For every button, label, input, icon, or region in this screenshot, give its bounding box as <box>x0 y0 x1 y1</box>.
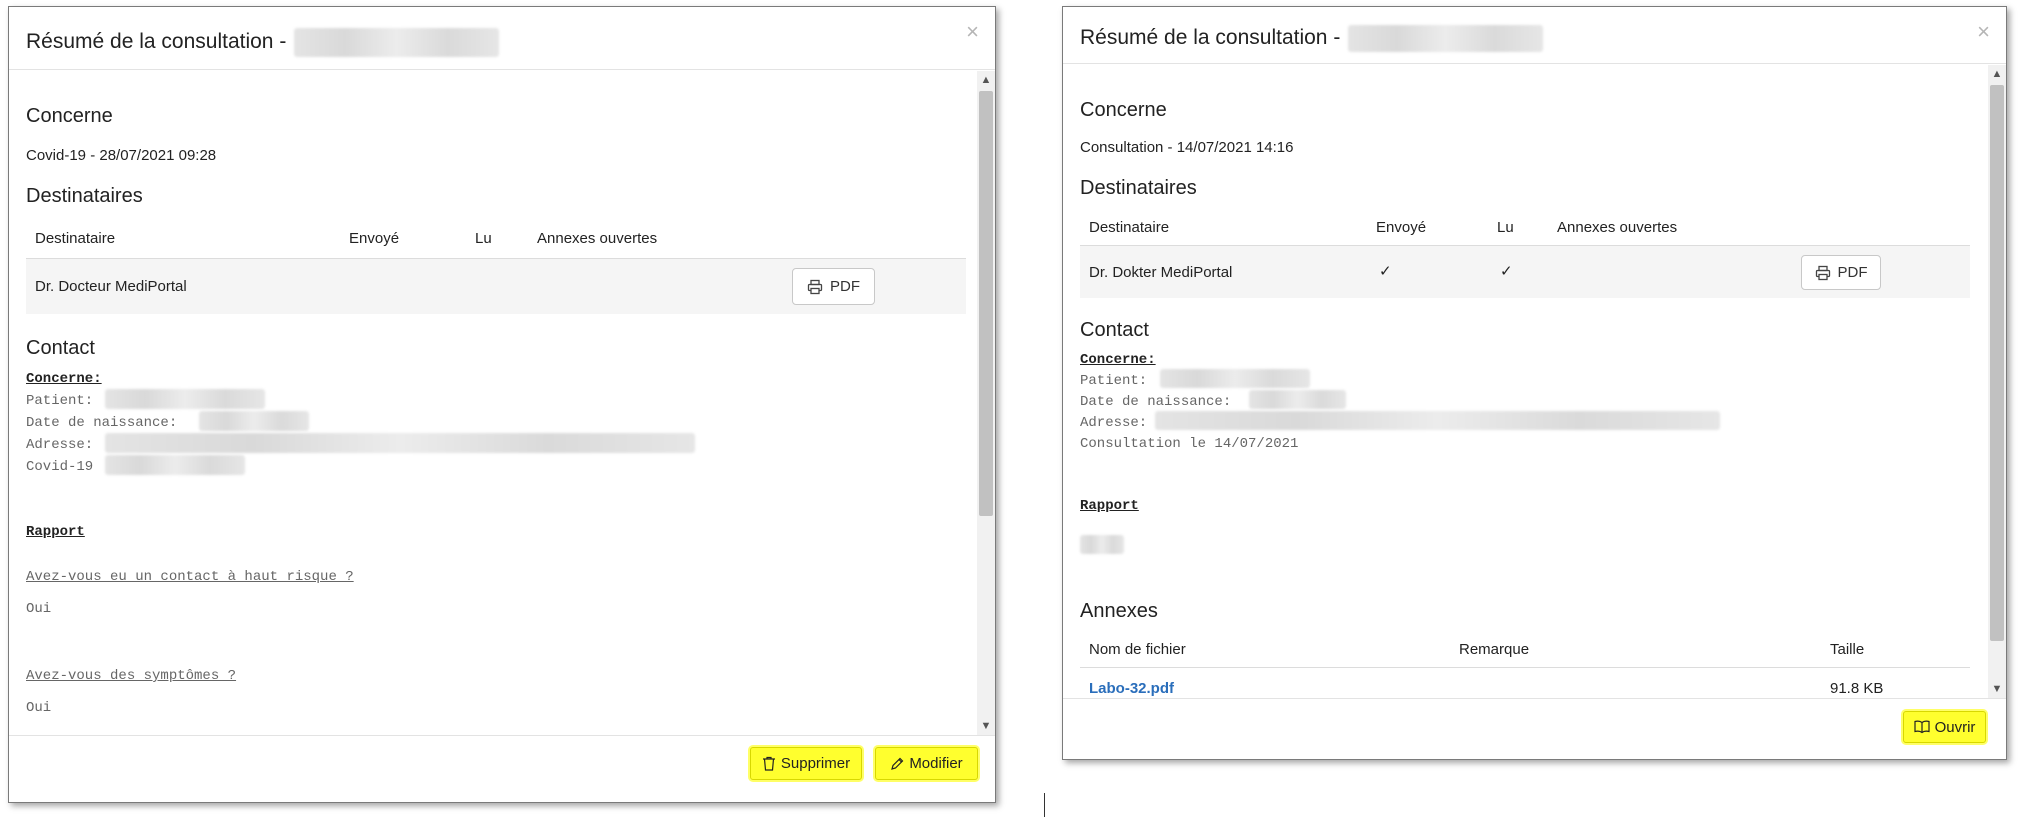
covid-label: Covid-19 <box>26 459 94 475</box>
redacted-address <box>105 433 695 453</box>
close-button[interactable]: × <box>1977 21 1990 43</box>
column-header-destinataire: Destinataire <box>1089 219 1170 236</box>
modal-title: Résumé de la consultation - <box>1080 25 1544 52</box>
concerne-heading: Concerne <box>26 105 113 127</box>
destinataires-heading: Destinataires <box>26 185 143 207</box>
table-row: Dr. Dokter MediPortal ✓ ✓ PDF <box>1080 246 1970 298</box>
contact-heading: Contact <box>26 337 95 359</box>
answer-symptoms: Oui <box>26 700 52 716</box>
scrollbar-thumb[interactable] <box>979 91 993 516</box>
modal-title: Résumé de la consultation - <box>26 28 500 57</box>
concerne-value: Covid-19 - 28/07/2021 09:28 <box>26 147 217 164</box>
text-cursor <box>1044 793 1045 817</box>
scroll-down-icon[interactable]: ▼ <box>1988 680 2006 698</box>
destinataires-heading: Destinataires <box>1080 177 1197 199</box>
question-symptoms: Avez-vous des symptômes ? <box>26 668 237 684</box>
column-header-annexes: Annexes ouvertes <box>1557 219 1678 236</box>
column-header-envoye: Envoyé <box>349 230 400 247</box>
contact-heading: Contact <box>1080 319 1149 341</box>
scrollbar-thumb[interactable] <box>1990 85 2004 641</box>
recipient-name: Dr. Docteur MediPortal <box>35 278 187 295</box>
printer-icon <box>1815 265 1830 280</box>
scroll-down-icon[interactable]: ▼ <box>977 717 995 735</box>
redacted-covid <box>105 455 245 475</box>
close-button[interactable]: × <box>966 21 979 43</box>
annexes-heading: Annexes <box>1080 600 1158 622</box>
modal-body: Concerne Covid-19 - 28/07/2021 09:28 Des… <box>9 71 977 735</box>
printer-icon <box>807 279 823 294</box>
column-header-filename: Nom de fichier <box>1089 641 1186 658</box>
read-check-icon: ✓ <box>1500 263 1513 280</box>
concerne-heading: Concerne <box>1080 99 1167 121</box>
column-header-lu: Lu <box>475 230 492 247</box>
question-contact-risk: Avez-vous eu un contact à haut risque ? <box>26 569 354 585</box>
column-header-lu: Lu <box>1497 219 1514 236</box>
contact-concerne-label: Concerne: <box>26 371 102 387</box>
recipient-name: Dr. Dokter MediPortal <box>1089 264 1233 281</box>
scroll-up-icon[interactable]: ▲ <box>977 71 995 89</box>
rapport-label: Rapport <box>1080 498 1139 514</box>
annexes-divider <box>1080 667 1970 668</box>
column-header-destinataire: Destinataire <box>35 230 116 247</box>
column-header-taille: Taille <box>1830 641 1865 658</box>
edit-button[interactable]: Modifier <box>875 747 978 780</box>
adresse-label: Adresse: <box>26 437 94 453</box>
file-size: 91.8 KB <box>1830 680 1884 697</box>
footer-divider <box>9 735 995 736</box>
redacted-name <box>294 28 500 57</box>
answer-contact-risk: Oui <box>26 601 52 617</box>
adresse-label: Adresse: <box>1080 415 1148 431</box>
concerne-value: Consultation - 14/07/2021 14:16 <box>1080 139 1294 156</box>
trash-icon <box>762 756 775 771</box>
pdf-button[interactable]: PDF <box>1801 255 1881 290</box>
redacted-patient <box>105 389 265 409</box>
file-link[interactable]: Labo-32.pdf <box>1089 680 1174 697</box>
redacted-dob <box>199 411 309 431</box>
rapport-label: Rapport <box>26 524 85 540</box>
column-header-annexes: Annexes ouvertes <box>537 230 658 247</box>
delete-button[interactable]: Supprimer <box>750 747 862 780</box>
open-button[interactable]: Ouvrir <box>1903 711 1986 743</box>
patient-label: Patient: <box>26 393 94 409</box>
redacted-report <box>1080 535 1124 554</box>
column-header-envoye: Envoyé <box>1376 219 1427 236</box>
table-row: Dr. Docteur MediPortal PDF <box>26 259 966 314</box>
footer-divider <box>1063 698 2006 699</box>
modal-header: Résumé de la consultation - × <box>1063 7 2006 64</box>
dob-label: Date de naissance: <box>1080 394 1232 410</box>
scrollbar[interactable]: ▲ ▼ <box>977 71 995 735</box>
column-header-remarque: Remarque <box>1459 641 1530 658</box>
modal-body: Concerne Consultation - 14/07/2021 14:16… <box>1063 65 1988 698</box>
contact-concerne-label: Concerne: <box>1080 352 1156 368</box>
redacted-dob <box>1249 390 1346 409</box>
consultation-summary-modal-left: Résumé de la consultation - × Concerne C… <box>8 6 996 803</box>
scroll-up-icon[interactable]: ▲ <box>1988 65 2006 83</box>
pencil-icon <box>891 757 904 770</box>
pdf-button[interactable]: PDF <box>792 268 875 305</box>
modal-header: Résumé de la consultation - × <box>9 7 995 70</box>
patient-label: Patient: <box>1080 373 1148 389</box>
scrollbar[interactable]: ▲ ▼ <box>1988 65 2006 698</box>
consultation-date-line: Consultation le 14/07/2021 <box>1080 436 1299 452</box>
consultation-summary-modal-right: Résumé de la consultation - × Concerne C… <box>1062 6 2007 760</box>
sent-check-icon: ✓ <box>1379 263 1392 280</box>
book-icon <box>1913 720 1930 734</box>
redacted-address <box>1155 411 1720 430</box>
redacted-patient <box>1160 369 1310 388</box>
dob-label: Date de naissance: <box>26 415 178 431</box>
redacted-name <box>1348 25 1544 52</box>
